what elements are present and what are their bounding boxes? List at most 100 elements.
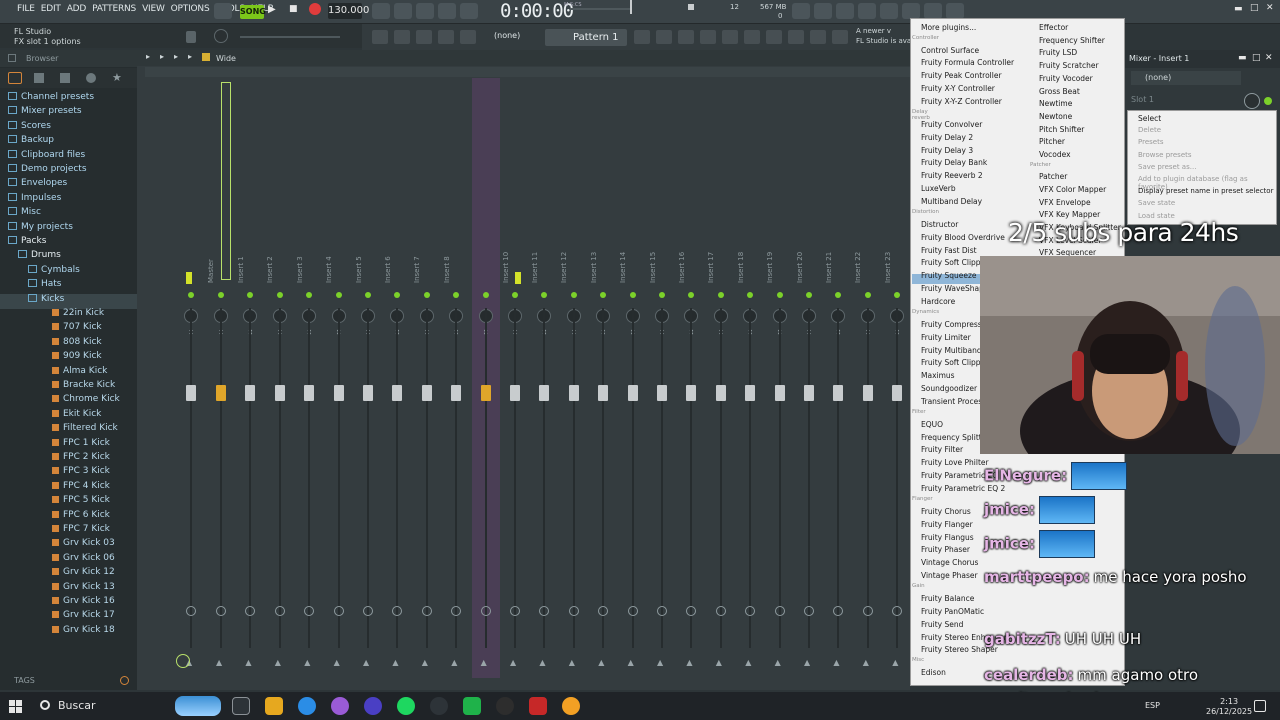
plugin-menu-item[interactable]: Frequency Shifter [1039, 36, 1105, 45]
plugin-menu-item[interactable]: Fruity Scratcher [1039, 61, 1099, 70]
strip-send-arrow-icon[interactable]: ▲ [804, 658, 810, 667]
plugin-menu-item[interactable]: Patcher [1039, 172, 1067, 181]
strip-route-icon[interactable] [216, 606, 226, 616]
browser-folder[interactable]: Cymbals [0, 264, 137, 280]
strip-enable-led[interactable] [306, 292, 313, 298]
menu-options[interactable]: OPTIONS [168, 4, 213, 14]
strip-enable-led[interactable] [806, 292, 812, 298]
insert-strip[interactable]: Insert 4⇕▲ [295, 78, 333, 678]
transport-indicator-icon[interactable] [214, 3, 232, 19]
browser-back-icon[interactable] [60, 73, 70, 83]
master-send-knob[interactable] [176, 654, 190, 668]
insert-strip[interactable]: Insert 7⇕▲ [383, 78, 421, 678]
plugin-database-icon[interactable] [744, 30, 760, 44]
browser-menu-icon[interactable] [8, 54, 16, 62]
strip-route-icon[interactable] [862, 606, 873, 616]
plugin-menu-item[interactable]: VFX Envelope [1039, 198, 1091, 207]
plugin-menu-item[interactable]: Edison [921, 668, 946, 677]
slot-menu-item[interactable]: Presets [1138, 138, 1163, 146]
strip-route-icon[interactable] [715, 606, 726, 616]
insert-strip[interactable]: Insert 19⇕▲ [736, 78, 774, 678]
browser-app-icon[interactable] [331, 697, 349, 715]
master-strip[interactable]: Master⇕▲ [177, 78, 215, 678]
browser-folder[interactable]: My projects [0, 221, 137, 237]
plugin-menu-item[interactable]: Control Surface [921, 46, 979, 55]
plugin-menu-item[interactable]: Fruity PanOMatic [921, 607, 984, 616]
browser-file[interactable]: 22in Kick [0, 308, 137, 323]
lock-icon[interactable] [186, 31, 196, 43]
plugin-menu-item[interactable]: Effector [1039, 23, 1068, 32]
touch-controller-icon[interactable] [766, 30, 782, 44]
strip-send-arrow-icon[interactable]: ▲ [863, 658, 869, 667]
green-app-icon[interactable] [463, 697, 481, 715]
strip-send-arrow-icon[interactable]: ▲ [569, 658, 575, 667]
plugin-menu-item[interactable]: LuxeVerb [921, 184, 956, 193]
browser-folder[interactable]: Clipboard files [0, 149, 137, 165]
strip-send-arrow-icon[interactable]: ▲ [657, 658, 663, 667]
plugin-menu-item[interactable]: Gross Beat [1039, 87, 1080, 96]
plugin-menu-item[interactable]: Fruity Convolver [921, 120, 982, 129]
plugin-menu-item[interactable]: Fruity X-Y Controller [921, 84, 995, 93]
strip-route-icon[interactable] [245, 606, 256, 616]
plugin-menu-item[interactable]: Vintage Phaser [921, 571, 978, 580]
browser-folder[interactable]: Backup [0, 135, 137, 150]
star-icon[interactable]: ★ [112, 71, 122, 84]
browser-file[interactable]: Grv Kick 03 [0, 538, 137, 553]
wrench-icon[interactable] [810, 30, 826, 44]
strip-enable-led[interactable] [247, 292, 254, 298]
strip-send-arrow-icon[interactable]: ▲ [422, 658, 428, 667]
insert-strip[interactable]: Insert 22⇕▲ [824, 78, 862, 678]
fl-studio-icon[interactable] [562, 697, 580, 715]
plugin-menu-item[interactable]: EQUO [921, 420, 943, 429]
piano-roll-icon[interactable] [656, 30, 672, 44]
menu-edit[interactable]: EDIT [38, 4, 64, 14]
mixer-view-mode[interactable]: Wide [216, 54, 236, 63]
plugin-menu-item[interactable]: Fruity Reeverb 2 [921, 171, 983, 180]
plugin-menu-item[interactable]: Fruity Delay 2 [921, 133, 973, 142]
strip-enable-led[interactable] [512, 292, 518, 298]
slot-enable-icon[interactable] [1264, 97, 1272, 105]
plugin-menu-item[interactable]: Maximus [921, 371, 955, 380]
online-icon[interactable] [792, 3, 810, 19]
plugin-menu-item[interactable]: Fruity Peak Controller [921, 71, 1002, 80]
plugin-menu-item[interactable]: Fruity Filter [921, 445, 963, 454]
strip-volume-fader[interactable] [804, 385, 814, 401]
strip-enable-led[interactable] [717, 292, 724, 298]
mixer-options-icon[interactable]: ▸ [146, 52, 150, 61]
insert-strip[interactable]: Insert 10⇕▲ [471, 78, 510, 678]
browser-folder[interactable]: Impulses [0, 192, 137, 208]
stop-icon[interactable]: ■ [289, 4, 298, 14]
stamp-icon[interactable] [460, 30, 476, 44]
arrow-icon[interactable] [394, 30, 410, 44]
plugin-menu-item[interactable]: Pitcher [1039, 137, 1065, 146]
strip-enable-led[interactable] [835, 292, 842, 298]
browser-file[interactable]: Grv Kick 17 [0, 610, 137, 625]
strip-enable-led[interactable] [776, 292, 783, 298]
browser-file[interactable]: Ekit Kick [0, 409, 137, 424]
strip-route-icon[interactable] [421, 606, 432, 616]
strip-volume-fader[interactable] [216, 385, 226, 401]
plugin-menu-item[interactable]: Fruity Vocoder [1039, 74, 1093, 83]
strip-send-arrow-icon[interactable]: ▲ [363, 658, 369, 667]
strip-enable-led[interactable] [688, 292, 695, 298]
strip-volume-fader[interactable] [774, 385, 785, 401]
plugin-menu-item[interactable]: More plugins... [921, 23, 976, 32]
slot-mix-knob[interactable] [1244, 93, 1260, 109]
browser-file[interactable]: FPC 2 Kick [0, 452, 137, 467]
strip-send-arrow-icon[interactable]: ▲ [275, 658, 281, 667]
strip-volume-fader[interactable] [245, 385, 256, 401]
main-volume-knob[interactable] [214, 29, 228, 43]
plugin-menu-item[interactable]: Newtone [1039, 112, 1072, 121]
download-icon[interactable] [946, 3, 964, 19]
chat-icon[interactable] [924, 3, 942, 19]
menu-file[interactable]: FILE [14, 4, 38, 14]
insert-strip[interactable]: Insert 23⇕▲ [854, 78, 892, 678]
plugin-menu-item[interactable]: Fruity Blood Overdrive [921, 233, 1005, 242]
strip-volume-fader[interactable] [333, 385, 344, 401]
browser-file[interactable]: Grv Kick 12 [0, 567, 137, 582]
slot-menu-item[interactable]: Save preset as... [1138, 163, 1196, 171]
plugin-menu-item[interactable]: Pitch Shifter [1039, 125, 1084, 134]
plugin-menu-item[interactable]: Fruity X-Y-Z Controller [921, 97, 1002, 106]
mic-icon[interactable] [836, 3, 854, 19]
song-mode-button[interactable]: SONG [240, 5, 266, 19]
